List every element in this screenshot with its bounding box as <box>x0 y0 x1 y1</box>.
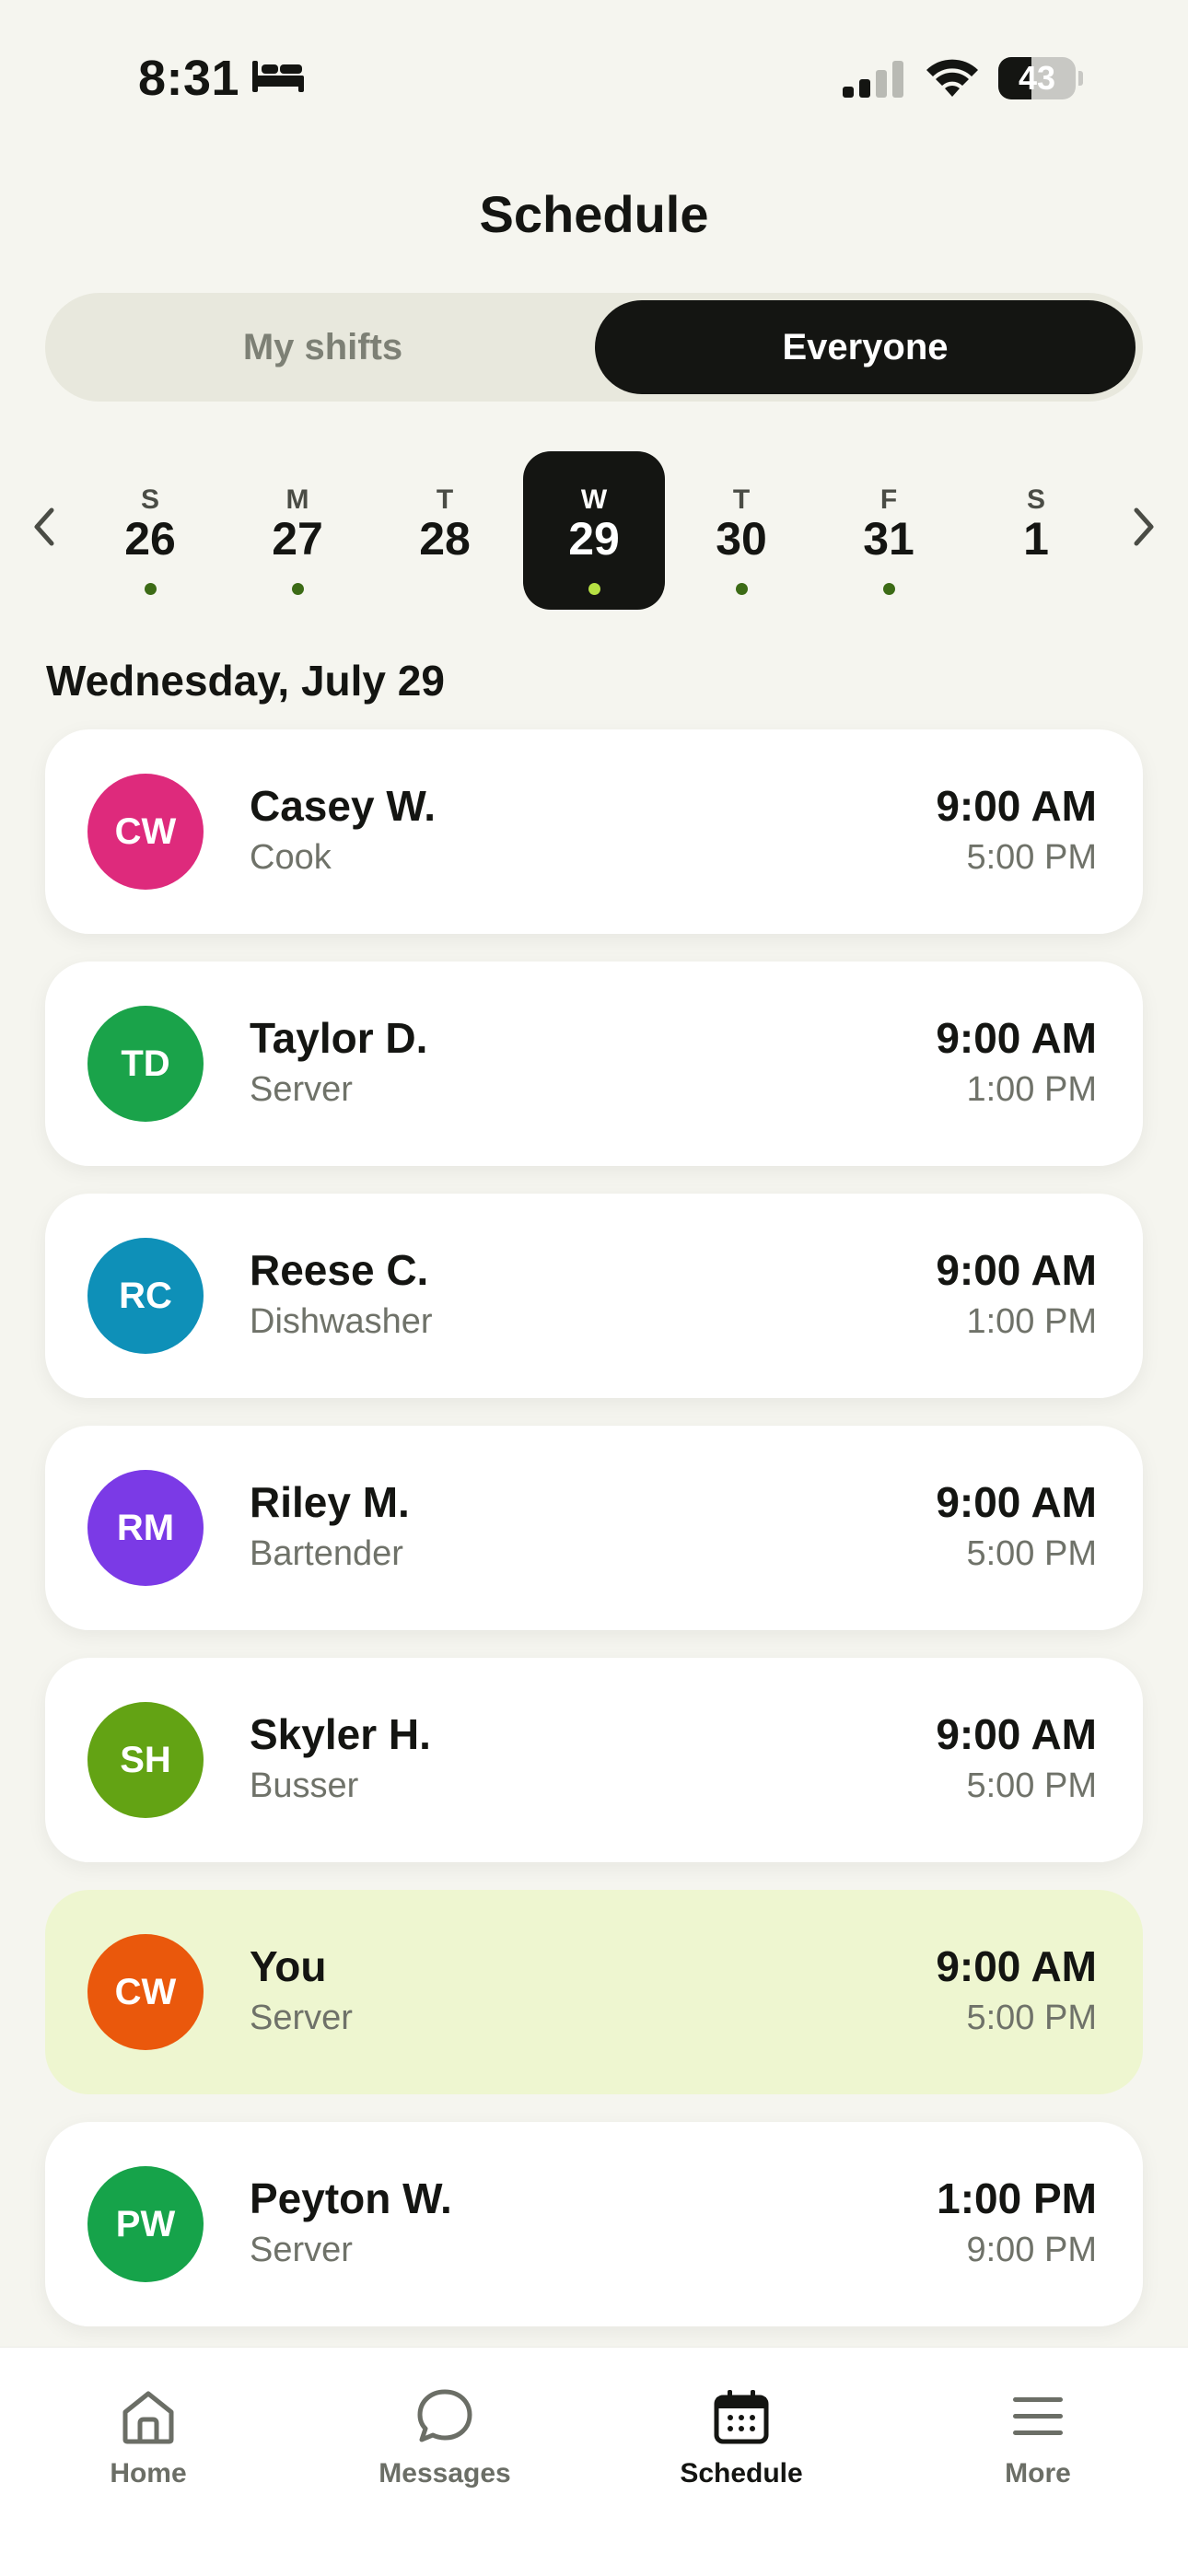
tab-schedule[interactable]: Schedule <box>593 2366 890 2504</box>
employee-name: Riley M. <box>250 1478 410 1526</box>
shift-end-time: 5:00 PM <box>966 1766 1097 1805</box>
employee-role: Bartender <box>250 1534 403 1573</box>
day-of-week-label: W <box>580 484 608 515</box>
employee-role: Busser <box>250 1766 359 1805</box>
chat-bubble-icon <box>417 2389 472 2442</box>
everyone-tab[interactable]: Everyone <box>595 300 1136 394</box>
shift-card[interactable]: CW Casey W. Cook 9:00 AM 5:00 PM <box>45 729 1143 934</box>
employee-name: Casey W. <box>250 782 436 830</box>
employee-name: Peyton W. <box>250 2174 452 2222</box>
shift-indicator-dot <box>588 583 600 595</box>
day-6[interactable]: S1 <box>965 451 1107 610</box>
employee-name: Reese C. <box>250 1246 429 1294</box>
shift-indicator-dot <box>883 583 895 595</box>
shift-indicator-dot <box>145 583 157 595</box>
avatar: RM <box>87 1470 204 1586</box>
employee-name: Skyler H. <box>250 1710 431 1758</box>
shift-card[interactable]: RM Riley M. Bartender 9:00 AM 5:00 PM <box>45 1426 1143 1630</box>
selected-date-heading: Wednesday, July 29 <box>46 657 445 705</box>
page-title: Schedule <box>479 185 709 243</box>
avatar: TD <box>87 1006 204 1122</box>
day-4[interactable]: T 30 <box>670 451 812 610</box>
shift-end-time: 1:00 PM <box>966 1302 1097 1341</box>
shift-end-time: 9:00 PM <box>966 2231 1097 2269</box>
day-of-week-label: T <box>436 484 454 515</box>
shift-filter-segmented-control: My shifts Everyone <box>45 293 1143 402</box>
tab-home-label: Home <box>110 2458 187 2489</box>
day-of-week-label: S <box>140 484 159 515</box>
avatar: CW <box>87 774 204 890</box>
calendar-icon <box>714 2390 769 2444</box>
day-of-week-label: T <box>732 484 751 515</box>
employee-role: Dishwasher <box>250 1302 433 1341</box>
shift-end-time: 5:00 PM <box>966 1534 1097 1573</box>
day-number: 1 <box>1023 513 1049 565</box>
shift-end-time: 5:00 PM <box>966 1999 1097 2037</box>
tab-more[interactable]: More <box>890 2366 1186 2504</box>
bottom-tab-bar: Home Messages Schedule More <box>0 2347 1188 2576</box>
employee-name: You <box>250 1942 327 1990</box>
battery-indicator: 43 <box>998 57 1083 99</box>
avatar: RC <box>87 1238 204 1354</box>
day-3[interactable]: W 29 <box>523 451 665 610</box>
employee-role: Server <box>250 1999 353 2037</box>
shift-card[interactable]: TD Taylor D. Server 9:00 AM 1:00 PM <box>45 962 1143 1166</box>
shift-card[interactable]: SH Skyler H. Busser 9:00 AM 5:00 PM <box>45 1658 1143 1862</box>
menu-icon <box>1013 2397 1063 2435</box>
tab-more-label: More <box>1005 2458 1071 2489</box>
my-shift-card[interactable]: CW You Server 9:00 AM 5:00 PM <box>45 1890 1143 2094</box>
shift-card[interactable]: PW Peyton W. Server 1:00 PM 9:00 PM <box>45 2122 1143 2326</box>
employee-role: Cook <box>250 838 332 877</box>
my-shifts-tab[interactable]: My shifts <box>52 300 593 394</box>
day-number: 29 <box>568 513 620 565</box>
shift-end-time: 1:00 PM <box>966 1070 1097 1109</box>
shift-start-time: 9:00 AM <box>936 1942 1097 1990</box>
shift-start-time: 1:00 PM <box>937 2174 1097 2222</box>
employee-role: Server <box>250 2231 353 2269</box>
shift-card[interactable]: RC Reese C. Dishwasher 9:00 AM 1:00 PM <box>45 1194 1143 1398</box>
shift-indicator-dot <box>736 583 748 595</box>
wifi-icon <box>926 59 978 97</box>
chevron-left-icon[interactable] <box>26 499 63 554</box>
home-icon <box>122 2391 174 2444</box>
employee-role: Server <box>250 1070 353 1109</box>
day-of-week-label: M <box>285 484 309 515</box>
shift-start-time: 9:00 AM <box>936 782 1097 830</box>
avatar: CW <box>87 1934 204 2050</box>
tab-home[interactable]: Home <box>0 2366 297 2504</box>
day-0[interactable]: S 26 <box>79 451 221 610</box>
day-of-week-label: F <box>879 484 898 515</box>
day-2[interactable]: T 28 <box>374 451 516 610</box>
avatar: SH <box>87 1702 204 1818</box>
status-time: 8:31 <box>138 51 240 106</box>
tab-schedule-label: Schedule <box>680 2458 803 2489</box>
status-bar: 8:31 43 <box>0 0 1188 138</box>
shift-start-time: 9:00 AM <box>936 1014 1097 1062</box>
shift-start-time: 9:00 AM <box>936 1246 1097 1294</box>
day-5[interactable]: F 31 <box>818 451 960 610</box>
day-number: 26 <box>124 513 176 565</box>
day-number: 31 <box>863 513 914 565</box>
shift-end-time: 5:00 PM <box>966 838 1097 877</box>
battery-percent: 43 <box>1018 59 1056 97</box>
week-selector: S 26 M 27 T 28 W 29 T 30 F 31 S 1 <box>0 442 1188 617</box>
shift-start-time: 9:00 AM <box>936 1710 1097 1758</box>
shift-indicator-dot <box>292 583 304 595</box>
bed-icon <box>252 61 304 92</box>
tab-messages[interactable]: Messages <box>297 2366 593 2504</box>
avatar: PW <box>87 2166 204 2282</box>
employee-name: Taylor D. <box>250 1014 428 1062</box>
day-number: 27 <box>272 513 323 565</box>
day-of-week-label: S <box>1026 484 1045 515</box>
day-1[interactable]: M 27 <box>227 451 368 610</box>
cellular-signal-icon <box>843 61 903 98</box>
day-number: 30 <box>716 513 767 565</box>
day-number: 28 <box>419 513 471 565</box>
shift-start-time: 9:00 AM <box>936 1478 1097 1526</box>
chevron-right-icon[interactable] <box>1125 499 1162 554</box>
tab-messages-label: Messages <box>379 2458 511 2489</box>
